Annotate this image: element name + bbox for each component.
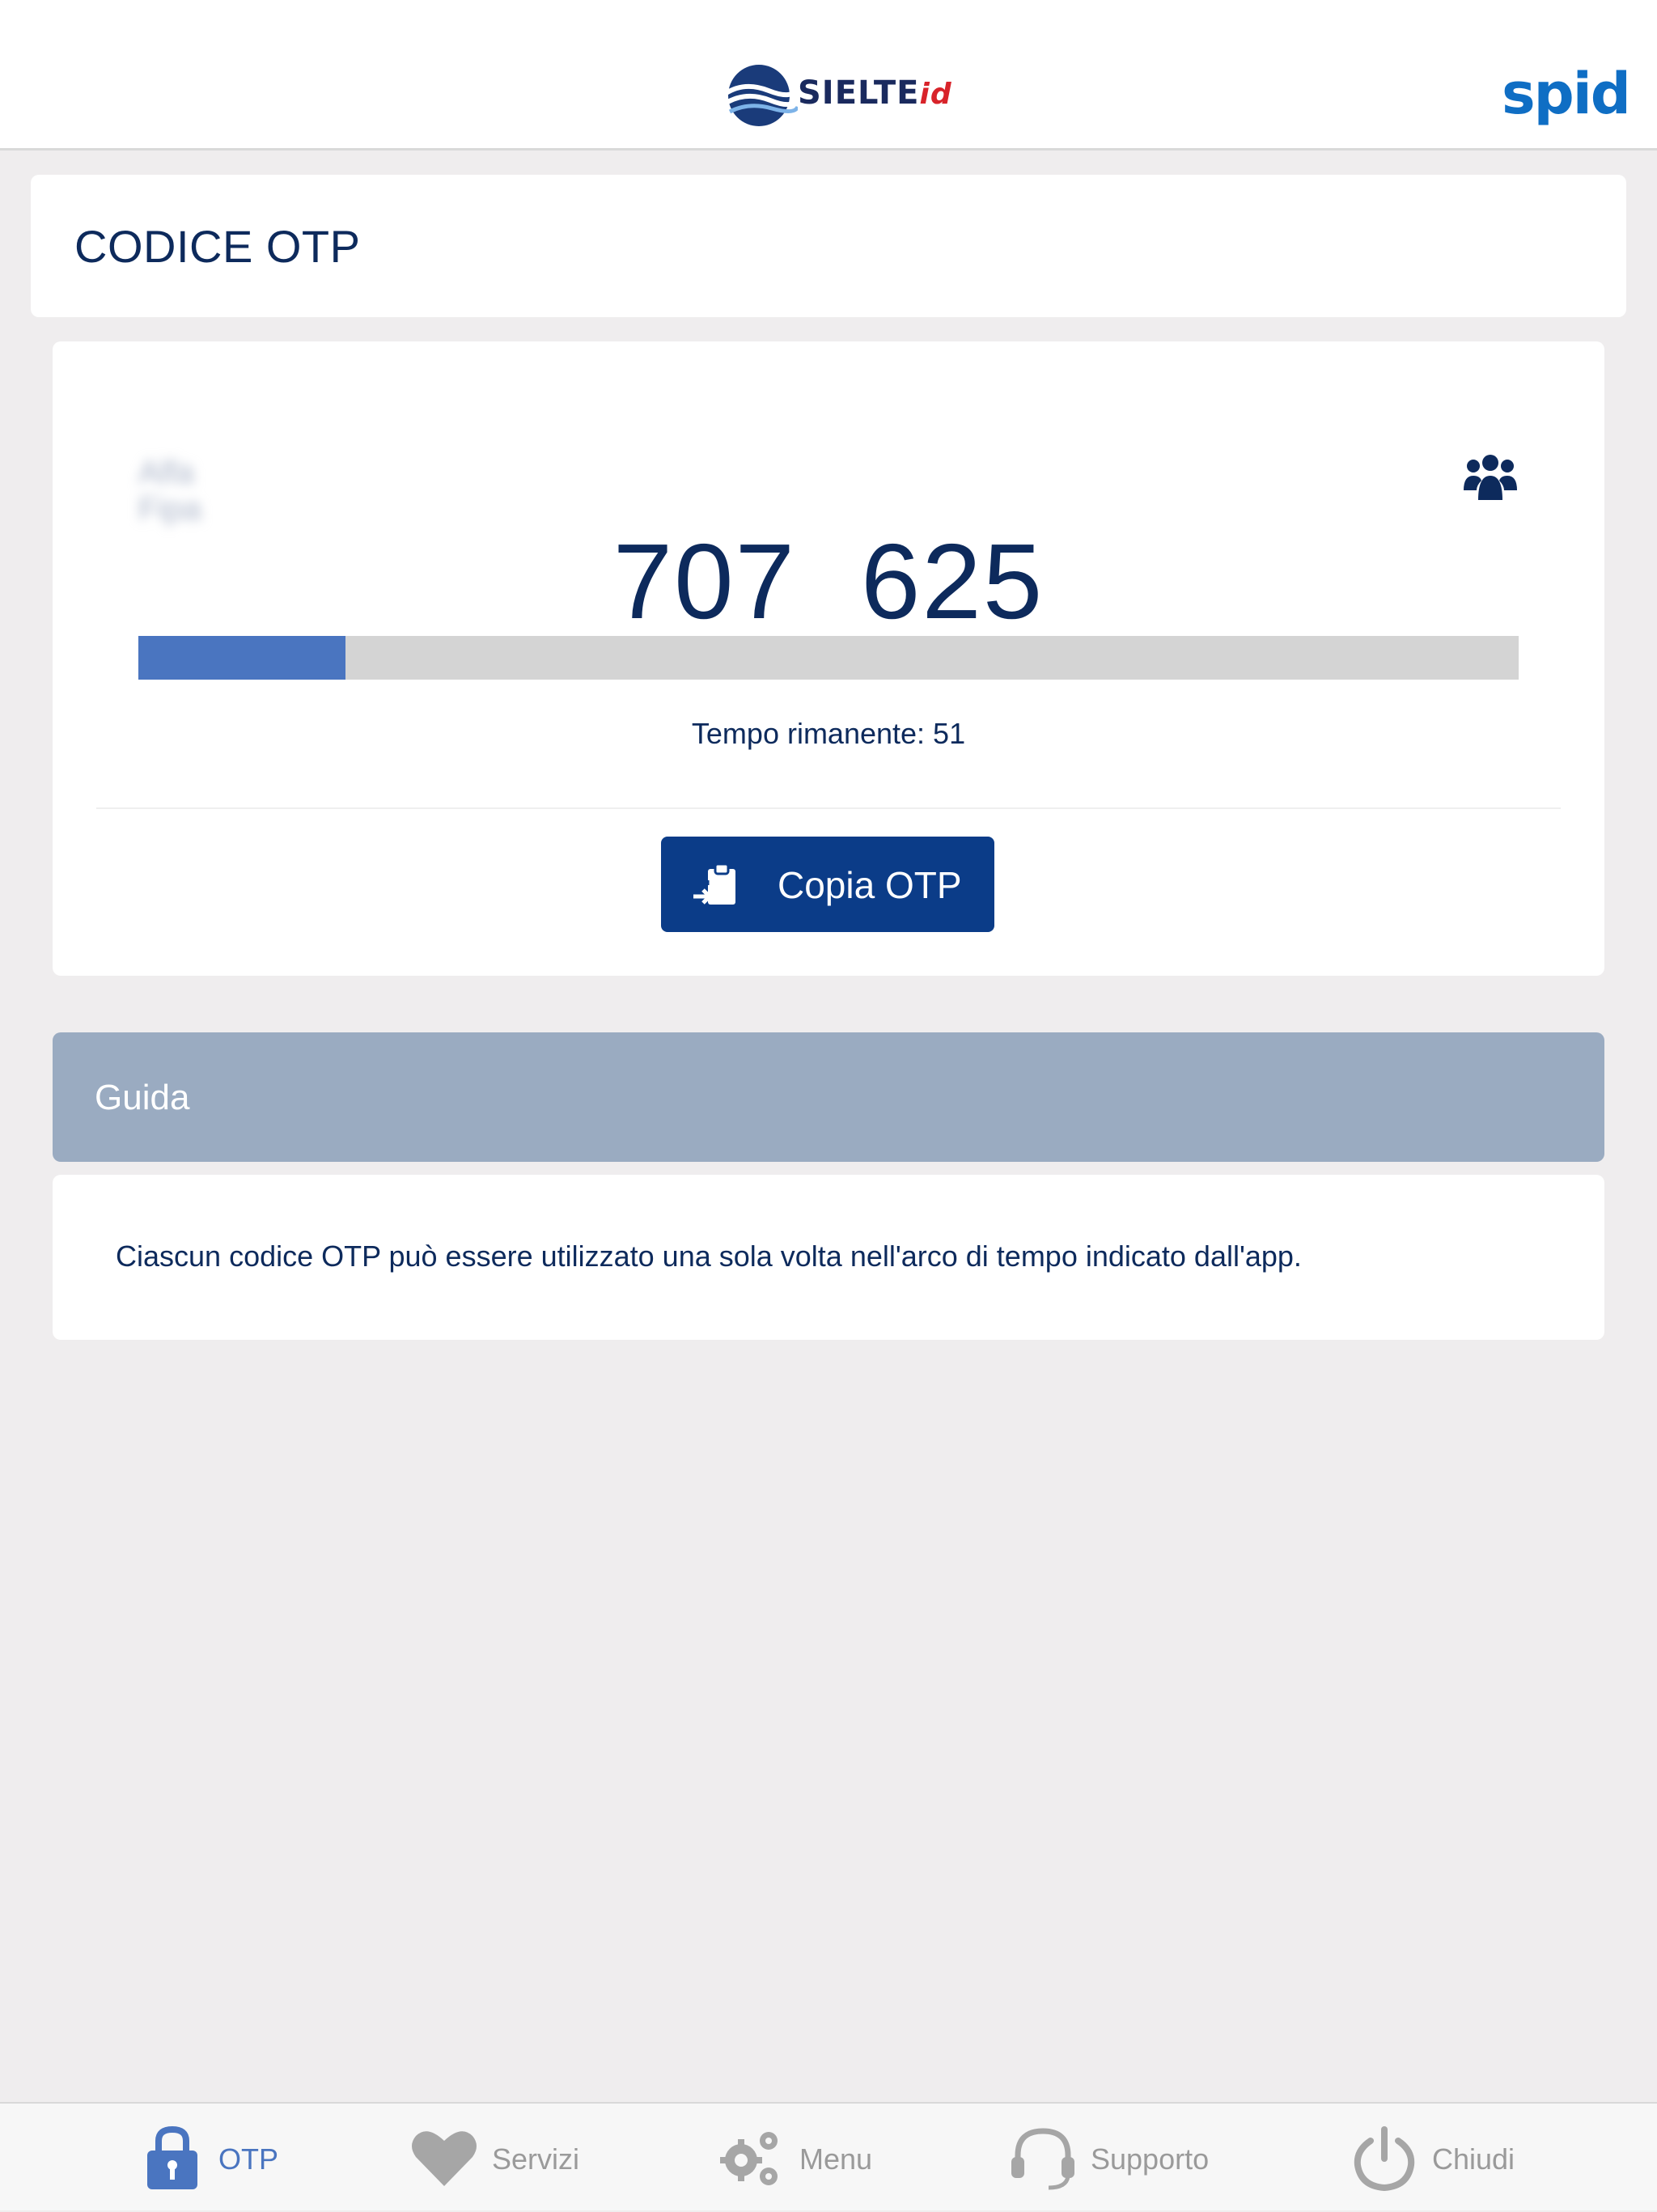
- tab-menu-label: Menu: [799, 2142, 873, 2176]
- headset-icon: [1011, 2128, 1074, 2190]
- guide-text: Ciascun codice OTP può essere utilizzato…: [116, 1239, 1302, 1273]
- tab-otp-label: OTP: [218, 2142, 279, 2176]
- power-icon: [1354, 2126, 1415, 2192]
- clipboard-icon: [693, 862, 735, 905]
- lock-icon: [147, 2125, 197, 2189]
- copy-otp-button[interactable]: Copia OTP: [661, 837, 994, 932]
- tab-servizi-label: Servizi: [492, 2142, 580, 2176]
- page-title: CODICE OTP: [74, 221, 361, 272]
- brand-text: SIELTE: [798, 74, 920, 112]
- title-card: CODICE OTP: [31, 175, 1626, 317]
- copy-otp-label: Copia OTP: [778, 864, 962, 906]
- tab-supporto[interactable]: Supporto: [1008, 2104, 1218, 2212]
- otp-code-part1: 707: [612, 522, 796, 641]
- heart-icon: [412, 2131, 477, 2186]
- tab-chiudi-label: Chiudi: [1432, 2142, 1515, 2176]
- sielte-id-logo: SIELTEid: [720, 61, 951, 129]
- tab-menu[interactable]: Menu: [717, 2104, 879, 2212]
- guide-title: Guida: [95, 1078, 190, 1117]
- divider: [96, 807, 1561, 809]
- otp-code-part2: 625: [861, 522, 1045, 641]
- otp-code: 707 625: [53, 521, 1604, 642]
- time-remaining: Tempo rimanente: 51: [691, 717, 966, 750]
- tab-bar: OTP Servizi Menu Supporto Chiudi: [0, 2102, 1657, 2210]
- otp-card: Alfa Fipa 707 625 Tempo rimanente: 51 Cop…: [53, 341, 1604, 976]
- time-progress-bar: [138, 636, 1519, 680]
- gears-icon: [720, 2132, 778, 2185]
- account-name: Alfa Fipa: [138, 455, 201, 527]
- brand-suffix: id: [919, 78, 952, 111]
- guide-header[interactable]: Guida: [53, 1032, 1604, 1162]
- sielte-logo-icon: [723, 65, 798, 126]
- tab-supporto-label: Supporto: [1091, 2142, 1210, 2176]
- tab-otp[interactable]: OTP: [138, 2104, 299, 2212]
- brand-name: SIELTEid: [798, 74, 952, 112]
- users-icon[interactable]: [1462, 448, 1519, 505]
- app-header: SIELTEid spid: [0, 0, 1657, 150]
- tab-chiudi[interactable]: Chiudi: [1350, 2104, 1528, 2212]
- tab-servizi[interactable]: Servizi: [409, 2104, 587, 2212]
- time-progress-fill: [138, 636, 345, 680]
- guide-body: Ciascun codice OTP può essere utilizzato…: [53, 1175, 1604, 1340]
- spid-logo: spid: [1502, 61, 1631, 127]
